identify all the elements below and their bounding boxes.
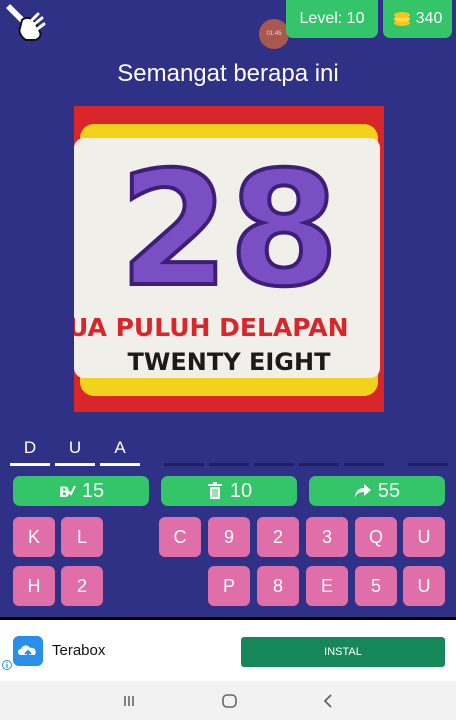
coin-count: 340	[415, 10, 443, 27]
letter-key[interactable]: 8	[257, 566, 299, 606]
answer-slot[interactable]	[299, 434, 339, 466]
coin-badge[interactable]: 340	[383, 0, 452, 38]
install-button[interactable]: INSTAL	[241, 637, 445, 667]
letter-key[interactable]: L	[61, 517, 103, 557]
answer-slot[interactable]	[209, 434, 249, 466]
answer-slot[interactable]	[254, 434, 294, 466]
letter-key[interactable]: U	[403, 566, 445, 606]
answer-slot[interactable]	[408, 434, 448, 466]
letter-key[interactable]: Q	[355, 517, 397, 557]
coins-icon	[393, 12, 410, 26]
ad-app-name: Terabox	[52, 642, 106, 659]
share-icon	[354, 484, 371, 498]
answer-slot[interactable]	[164, 434, 204, 466]
svg-text:B: B	[59, 485, 70, 500]
puzzle-line-indonesian: UA PULUH DELAPAN	[74, 313, 349, 342]
ad-info-icon[interactable]	[2, 660, 12, 670]
answer-slot[interactable]	[344, 434, 384, 466]
back-icon[interactable]	[318, 690, 340, 712]
recent-apps-icon[interactable]	[118, 690, 140, 712]
letter-key[interactable]: U	[403, 517, 445, 557]
remove-letters-cost: 10	[229, 479, 253, 502]
puzzle-image: 28 UA PULUH DELAPAN TWENTY EIGHT	[74, 106, 384, 412]
letter-key[interactable]: E	[306, 566, 348, 606]
remove-letters-button[interactable]: 10	[161, 476, 297, 506]
reveal-letter-cost: 15	[81, 479, 105, 502]
letter-key[interactable]: 3	[306, 517, 348, 557]
letter-key[interactable]: H	[13, 566, 55, 606]
trash-icon	[207, 482, 222, 499]
answer-slot[interactable]: U	[55, 434, 95, 466]
timer-badge: 01:45	[259, 19, 289, 49]
letter-key[interactable]: 2	[257, 517, 299, 557]
answer-slots: D U A	[0, 434, 456, 468]
level-badge: Level: 10	[286, 0, 378, 38]
reveal-letter-button[interactable]: B 15	[13, 476, 149, 506]
reveal-letter-icon: B	[59, 485, 76, 500]
top-bar: 01:45 Level: 10 340	[0, 0, 456, 49]
terabox-logo-icon	[13, 636, 43, 666]
ad-banner[interactable]: Terabox INSTAL	[0, 617, 456, 681]
share-reward: 55	[377, 479, 401, 502]
letter-key[interactable]: K	[13, 517, 55, 557]
letter-key[interactable]: 2	[61, 566, 103, 606]
answer-slot[interactable]: A	[100, 434, 140, 466]
letter-key[interactable]: C	[159, 517, 201, 557]
pointing-hand-icon[interactable]	[4, 2, 48, 42]
question-text: Semangat berapa ini	[117, 60, 339, 87]
puzzle-line-english: TWENTY EIGHT	[128, 348, 332, 376]
puzzle-number: 28	[119, 138, 339, 322]
letter-key[interactable]: 5	[355, 566, 397, 606]
share-button[interactable]: 55	[309, 476, 445, 506]
letter-key[interactable]: P	[208, 566, 250, 606]
answer-slot[interactable]: D	[10, 434, 50, 466]
home-icon[interactable]	[219, 690, 241, 712]
system-nav-bar	[0, 681, 456, 720]
letter-key[interactable]: 9	[208, 517, 250, 557]
